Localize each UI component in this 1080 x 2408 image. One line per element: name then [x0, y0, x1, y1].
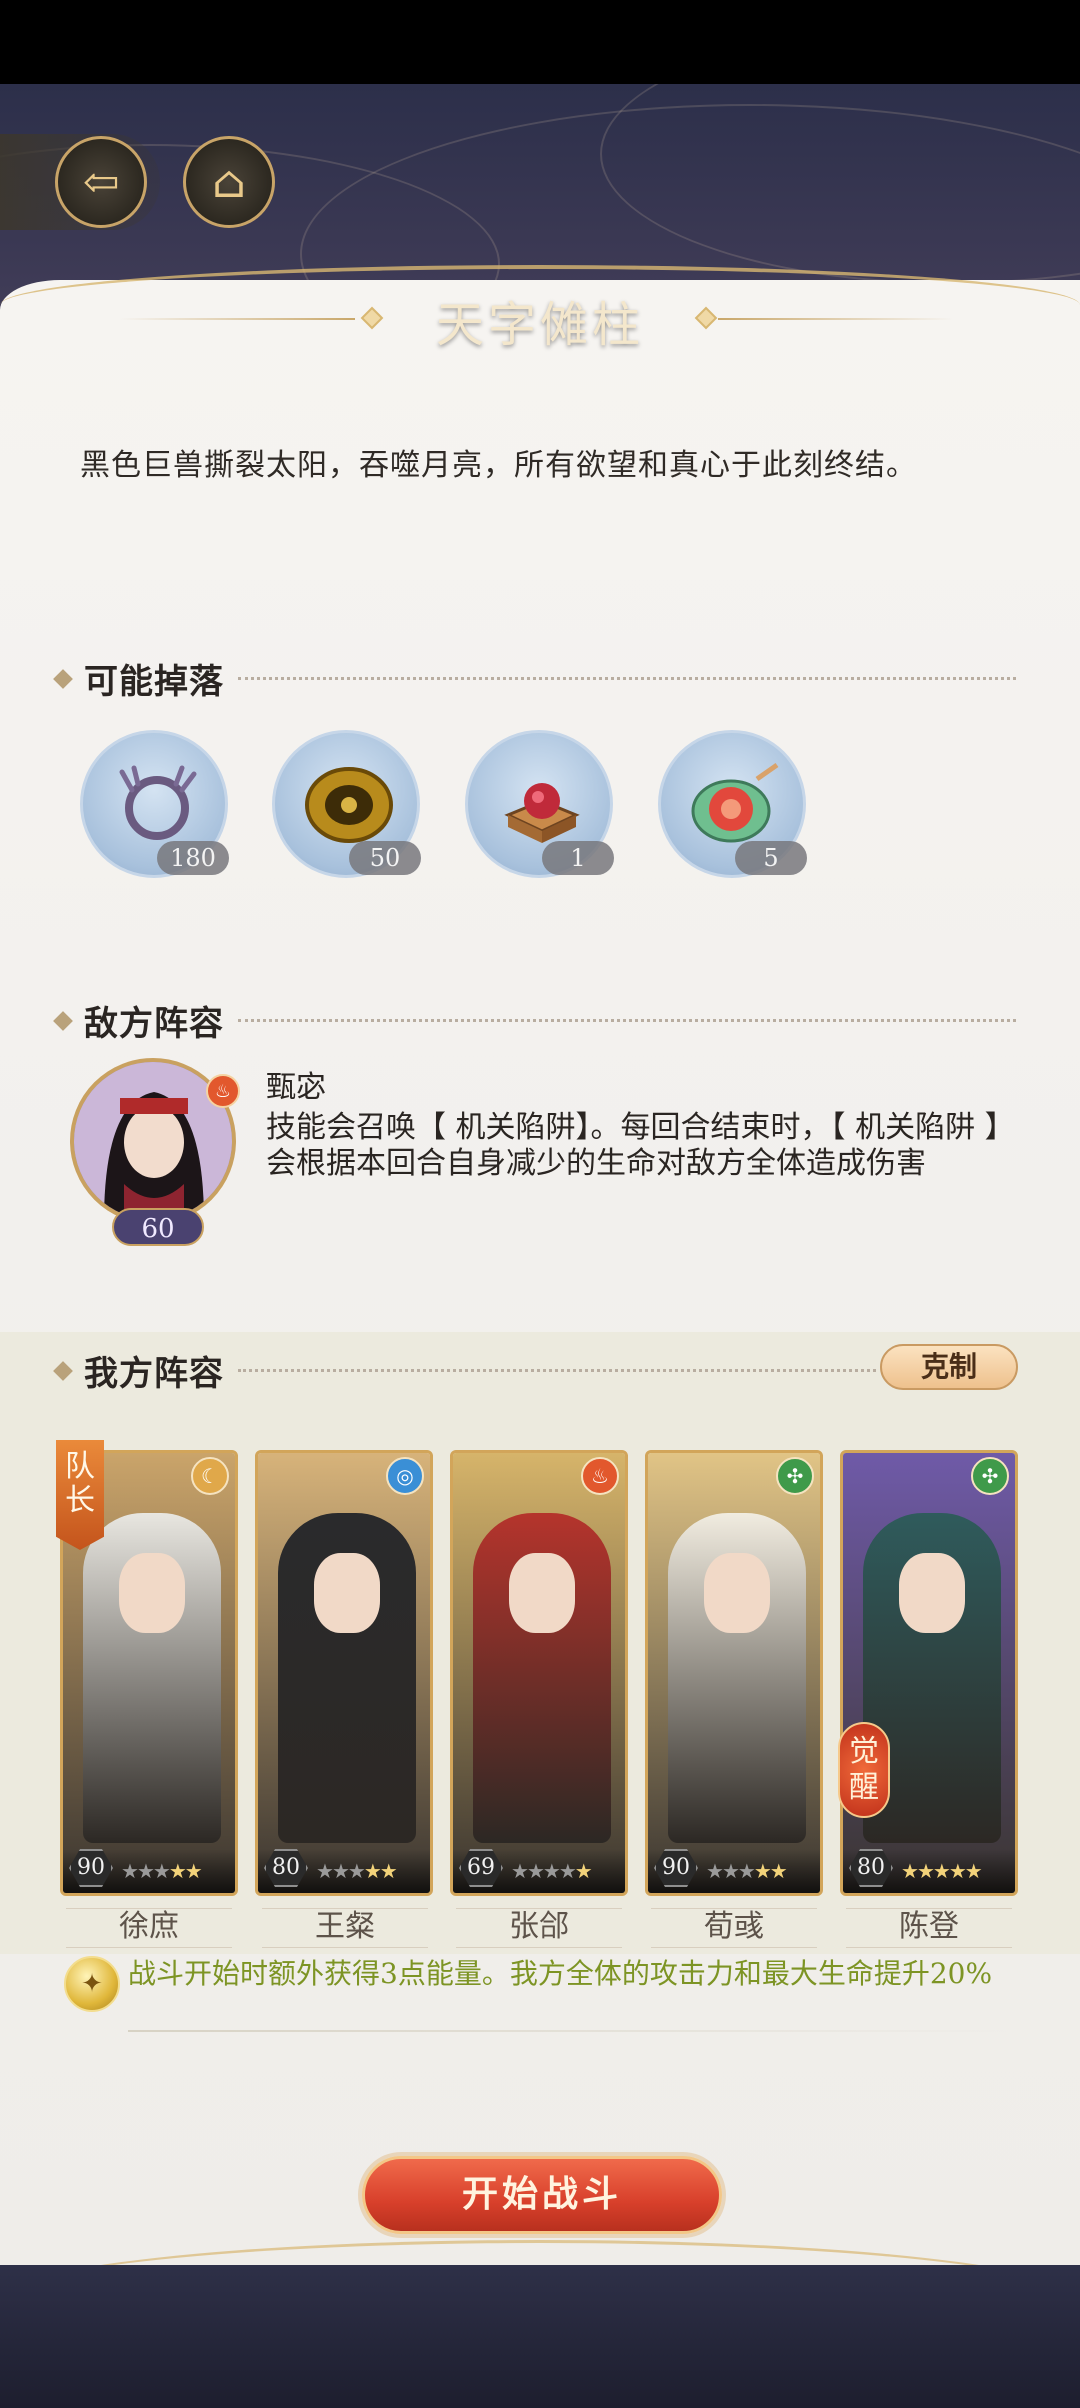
- captain-badge: 队长: [56, 1440, 104, 1550]
- star-rating: ★★★★★: [706, 1859, 788, 1883]
- bottom-scene: [0, 2265, 1080, 2408]
- star-icon: ★: [558, 1859, 577, 1883]
- star-icon: ★: [948, 1859, 967, 1883]
- enemy-name: 甄宓: [266, 1070, 326, 1105]
- enemy-level-badge: 60: [112, 1208, 204, 1246]
- hero-card[interactable]: ♨ 69 ★★★★★: [450, 1450, 628, 1896]
- section-diamond-icon: [53, 1360, 73, 1381]
- hero-name: 王粲: [262, 1908, 428, 1948]
- start-battle-button[interactable]: 开始战斗: [362, 2156, 722, 2234]
- drop-quantity: 1: [542, 841, 614, 875]
- enemy-heading: 敌方阵容: [84, 1004, 224, 1044]
- hero-name: 陈登: [846, 1908, 1012, 1948]
- star-icon: ★: [168, 1859, 187, 1883]
- back-arrow-icon: ⇦: [82, 156, 120, 208]
- hero-card[interactable]: ✣ 80 ★★★★★: [840, 1450, 1018, 1896]
- status-bar: [0, 0, 1080, 84]
- hero-face: [899, 1553, 965, 1633]
- wind-element-icon: ✣: [971, 1457, 1009, 1495]
- star-icon: ★: [331, 1859, 350, 1883]
- enemy-skill-description: 技能会召唤【 机关陷阱】。每回合结束时，【 机关陷阱 】会根据本回合自身减少的生…: [266, 1110, 1000, 1181]
- star-icon: ★: [184, 1859, 203, 1883]
- star-icon: ★: [753, 1859, 772, 1883]
- fire-element-icon: ♨: [206, 1074, 240, 1108]
- star-icon: ★: [901, 1859, 919, 1883]
- star-rating: ★★★★★: [121, 1859, 203, 1883]
- team-section-header: 我方阵容: [53, 1346, 876, 1395]
- star-icon: ★: [136, 1859, 155, 1883]
- star-icon: ★: [316, 1859, 334, 1883]
- bonus-medal-icon: ✦: [64, 1956, 120, 2012]
- hero-card[interactable]: ◎ 80 ★★★★★: [255, 1450, 433, 1896]
- drop-item-3[interactable]: 1: [465, 730, 614, 878]
- dotted-divider: [238, 1019, 1016, 1022]
- hero-face: [509, 1553, 575, 1633]
- star-rating: ★★★★★: [511, 1859, 593, 1883]
- drops-heading: 可能掉落: [84, 662, 224, 702]
- hero-name: 徐庶: [66, 1908, 232, 1948]
- hero-name: 张郃: [456, 1908, 622, 1948]
- section-diamond-icon: [53, 1010, 73, 1031]
- team-bonus-text: 战斗开始时额外获得3点能量。我方全体的攻击力和最大生命提升20%: [128, 1957, 993, 1990]
- pavilion-icon: ⌂: [212, 156, 246, 208]
- star-icon: ★: [737, 1859, 756, 1883]
- water-element-icon: ◎: [386, 1457, 424, 1495]
- star-icon: ★: [152, 1859, 171, 1883]
- captain-label: 队长: [65, 1449, 95, 1518]
- star-icon: ★: [769, 1859, 788, 1883]
- star-icon: ★: [526, 1859, 545, 1883]
- lotus-plate-icon: [685, 755, 785, 855]
- drop-item-2[interactable]: 50: [272, 730, 421, 878]
- star-icon: ★: [574, 1859, 593, 1883]
- back-button[interactable]: ⇦: [55, 136, 147, 228]
- dotted-divider: [238, 677, 1016, 680]
- star-icon: ★: [379, 1859, 398, 1883]
- home-button[interactable]: ⌂: [183, 136, 275, 228]
- fire-element-icon: ♨: [581, 1457, 619, 1495]
- drop-item-1[interactable]: 180: [80, 730, 229, 878]
- title-bar: 天字傩柱: [0, 275, 1080, 365]
- stage-description: 黑色巨兽撕裂太阳，吞噬月亮，所有欲望和真心于此刻终结。: [80, 448, 917, 483]
- antler-wreath-icon: [107, 755, 207, 855]
- star-icon: ★: [347, 1859, 366, 1883]
- star-icon: ★: [964, 1859, 983, 1883]
- page-title: 天字傩柱: [435, 297, 644, 353]
- star-icon: ★: [542, 1859, 561, 1883]
- star-icon: ★: [721, 1859, 740, 1883]
- drop-quantity: 50: [349, 841, 421, 875]
- star-rating: ★★★★★: [316, 1859, 398, 1883]
- star-icon: ★: [706, 1859, 724, 1883]
- star-icon: ★: [363, 1859, 382, 1883]
- bronze-disc-icon: [299, 755, 399, 855]
- counter-button[interactable]: 克制: [880, 1344, 1018, 1390]
- section-diamond-icon: [53, 668, 73, 689]
- hero-face: [119, 1553, 185, 1633]
- enemy-section-header: 敌方阵容: [53, 996, 1016, 1045]
- drop-quantity: 180: [157, 841, 229, 875]
- jewel-box-icon: [492, 755, 592, 855]
- star-icon: ★: [121, 1859, 139, 1883]
- drops-section-header: 可能掉落: [53, 654, 1016, 703]
- team-heading: 我方阵容: [84, 1354, 224, 1394]
- bonus-underline: [128, 2030, 1008, 2032]
- star-icon: ★: [932, 1859, 951, 1883]
- drop-quantity: 5: [735, 841, 807, 875]
- awaken-badge: 觉醒: [838, 1722, 890, 1818]
- star-rating: ★★★★★: [901, 1859, 983, 1883]
- awaken-label: 觉醒: [849, 1734, 879, 1805]
- hero-face: [704, 1553, 770, 1633]
- hero-card[interactable]: ✣ 90 ★★★★★: [645, 1450, 823, 1896]
- hero-face: [314, 1553, 380, 1633]
- drop-item-4[interactable]: 5: [658, 730, 807, 878]
- dotted-divider: [238, 1369, 876, 1372]
- hero-name: 荀彧: [651, 1908, 817, 1948]
- star-icon: ★: [916, 1859, 935, 1883]
- moon-element-icon: ☾: [191, 1457, 229, 1495]
- wind-element-icon: ✣: [776, 1457, 814, 1495]
- star-icon: ★: [511, 1859, 529, 1883]
